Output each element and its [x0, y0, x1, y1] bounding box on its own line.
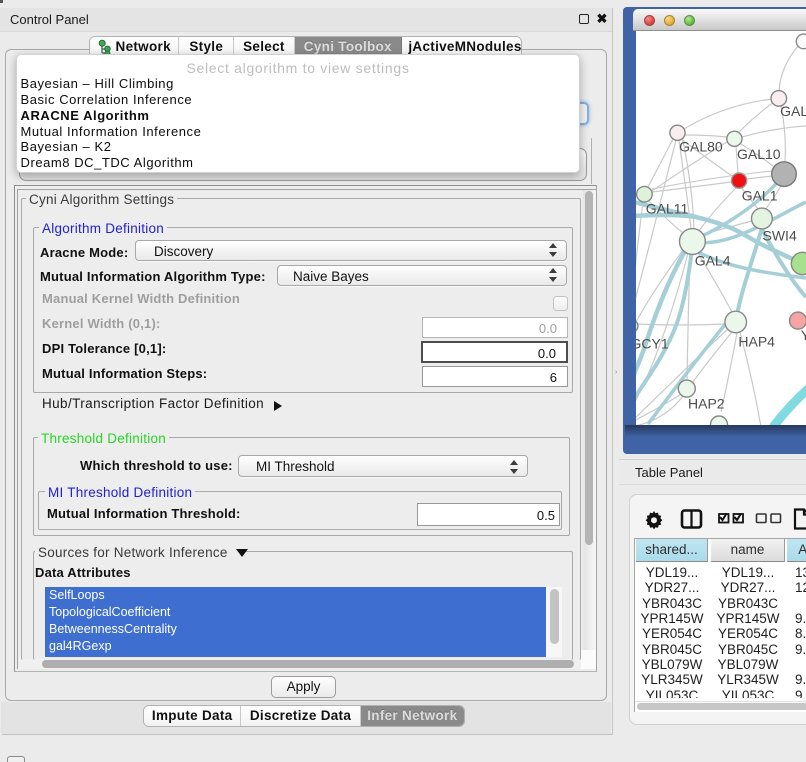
svg-text:GAL1: GAL1 [742, 188, 778, 204]
svg-text:GCY1: GCY1 [636, 336, 669, 352]
svg-text:GAL2: GAL2 [780, 103, 806, 119]
svg-text:SWI4: SWI4 [763, 228, 797, 244]
svg-text:GAL4: GAL4 [695, 253, 731, 269]
svg-text:GAL80: GAL80 [679, 139, 723, 155]
svg-text:HAP4: HAP4 [738, 334, 775, 350]
svg-text:GAL11: GAL11 [646, 201, 689, 217]
svg-text:GAL10: GAL10 [737, 146, 781, 162]
svg-text:YDR: YDR [801, 327, 806, 343]
svg-text:HAP2: HAP2 [688, 396, 725, 412]
